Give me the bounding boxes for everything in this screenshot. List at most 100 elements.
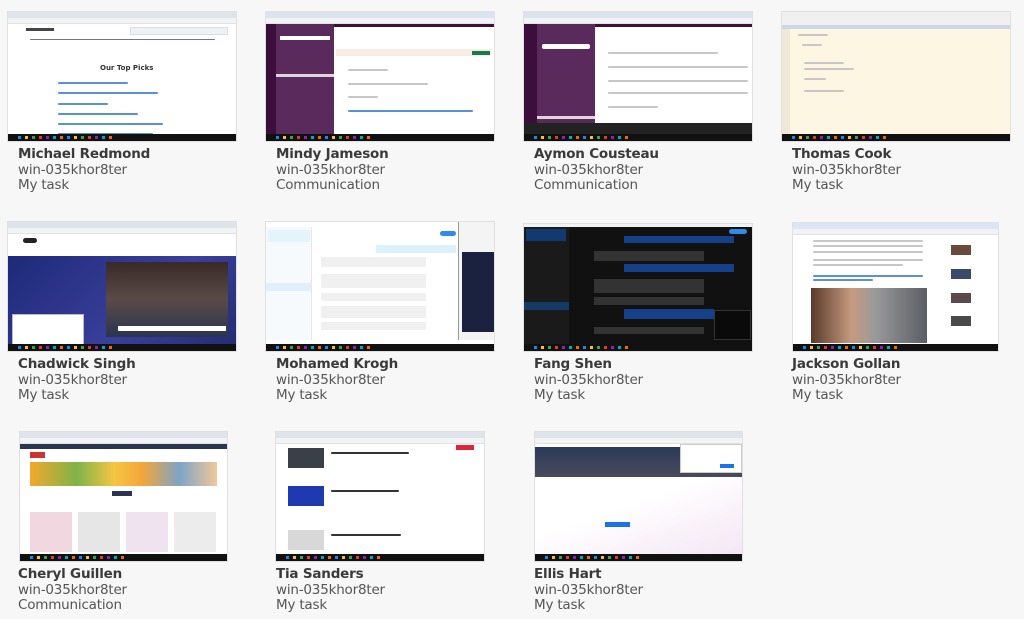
taskbar-app-icon <box>335 556 338 559</box>
taskbar-app-icon <box>363 556 366 559</box>
taskbar-app-icon <box>67 136 70 139</box>
taskbar-app-icon <box>65 556 68 559</box>
taskbar-app-icon <box>810 346 813 349</box>
taskbar-app-icon <box>53 136 56 139</box>
taskbar-app-icon <box>304 346 307 349</box>
subscribe-button <box>456 445 474 450</box>
taskbar-app-icon <box>293 556 296 559</box>
user-name: Mindy Jameson <box>276 146 389 162</box>
taskbar-app-icon <box>534 136 537 139</box>
taskbar-app-icon <box>311 136 314 139</box>
taskbar-app-icon <box>102 346 105 349</box>
taskbar-app-icon <box>583 346 586 349</box>
session-thumbnail[interactable] <box>266 222 494 351</box>
taskbar-app-icon <box>60 346 63 349</box>
taskbar-app-icon <box>803 346 806 349</box>
taskbar-app-icon <box>53 346 56 349</box>
taskbar-app-icon <box>107 556 110 559</box>
taskbar-app-icon <box>39 346 42 349</box>
taskbar-app-icon <box>608 556 611 559</box>
session-thumbnail[interactable] <box>276 432 484 561</box>
host-name: win-035khor8ter <box>276 581 385 598</box>
session-thumbnail[interactable] <box>8 222 236 351</box>
taskbar-app-icon <box>283 136 286 139</box>
editor-toolbar <box>782 12 1010 26</box>
taskbar-app-icon <box>58 556 61 559</box>
taskbar-app-icon <box>845 346 848 349</box>
taskbar-app-icon <box>597 346 600 349</box>
taskbar-app-icon <box>25 136 28 139</box>
site-logo <box>26 28 54 31</box>
taskbar-app-icon <box>290 136 293 139</box>
taskbar-app-icon <box>67 346 70 349</box>
taskbar-app-icon <box>72 556 75 559</box>
user-name: Michael Redmond <box>18 146 151 162</box>
taskbar-app-icon <box>880 346 883 349</box>
taskbar-app-icon <box>74 346 77 349</box>
taskbar-app-icon <box>562 136 565 139</box>
taskbar-app-icon <box>86 556 89 559</box>
taskbar-app-icon <box>555 136 558 139</box>
taskbar-app-icon <box>852 346 855 349</box>
taskbar-app-icon <box>866 346 869 349</box>
taskbar-app-icon <box>859 346 862 349</box>
taskbar-app-icon <box>18 346 21 349</box>
taskbar-app-icon <box>629 556 632 559</box>
session-thumbnail[interactable] <box>524 224 752 351</box>
taskbar-app-icon <box>325 136 328 139</box>
task-name: Communication <box>276 177 380 193</box>
taskbar-app-icon <box>297 136 300 139</box>
promo-banner <box>20 444 227 449</box>
taskbar-app-icon <box>594 556 597 559</box>
task-name: My task <box>792 387 843 403</box>
session-thumbnail[interactable] <box>535 432 742 561</box>
taskbar-app-icon <box>286 556 289 559</box>
taskbar-app-icon <box>304 136 307 139</box>
taskbar-app-icon <box>360 346 363 349</box>
taskbar-app-icon <box>367 136 370 139</box>
task-name: My task <box>792 177 843 193</box>
host-name: win-035khor8ter <box>18 371 127 388</box>
taskbar-app-icon <box>37 556 40 559</box>
taskbar-app-icon <box>545 556 548 559</box>
taskbar-app-icon <box>79 556 82 559</box>
taskbar-app-icon <box>552 556 555 559</box>
session-thumbnail[interactable] <box>793 223 998 351</box>
taskbar-app-icon <box>314 556 317 559</box>
taskbar-app-icon <box>869 136 872 139</box>
taskbar-app-icon <box>820 136 823 139</box>
task-name: My task <box>534 597 585 613</box>
taskbar-app-icon <box>325 346 328 349</box>
host-name: win-035khor8ter <box>276 161 385 178</box>
user-name: Mohamed Krogh <box>276 356 399 372</box>
taskbar-app-icon <box>604 136 607 139</box>
taskbar-app-icon <box>576 346 579 349</box>
taskbar-app-icon <box>332 136 335 139</box>
taskbar-app-icon <box>827 136 830 139</box>
task-name: Communication <box>18 597 122 613</box>
session-thumbnail[interactable] <box>782 12 1010 141</box>
user-name: Tia Sanders <box>276 566 364 582</box>
taskbar-app-icon <box>318 346 321 349</box>
taskbar-app-icon <box>51 556 54 559</box>
host-name: win-035khor8ter <box>18 161 127 178</box>
taskbar-app-icon <box>93 556 96 559</box>
taskbar-app-icon <box>799 136 802 139</box>
taskbar-app-icon <box>534 346 537 349</box>
taskbar-app-icon <box>573 556 576 559</box>
taskbar-app-icon <box>597 136 600 139</box>
workspace-rail <box>266 24 276 134</box>
taskbar-app-icon <box>792 136 795 139</box>
host-name: win-035khor8ter <box>792 161 901 178</box>
session-thumbnail[interactable] <box>266 12 494 141</box>
taskbar-app-icon <box>848 136 851 139</box>
taskbar-app-icon <box>604 346 607 349</box>
taskbar-app-icon <box>806 136 809 139</box>
taskbar-app-icon <box>817 346 820 349</box>
session-thumbnail[interactable] <box>20 432 227 561</box>
taskbar-app-icon <box>88 136 91 139</box>
session-thumbnail[interactable]: Our Top Picks <box>8 12 236 141</box>
windows-taskbar <box>8 134 236 141</box>
taskbar-app-icon <box>25 346 28 349</box>
session-thumbnail[interactable] <box>524 12 752 141</box>
